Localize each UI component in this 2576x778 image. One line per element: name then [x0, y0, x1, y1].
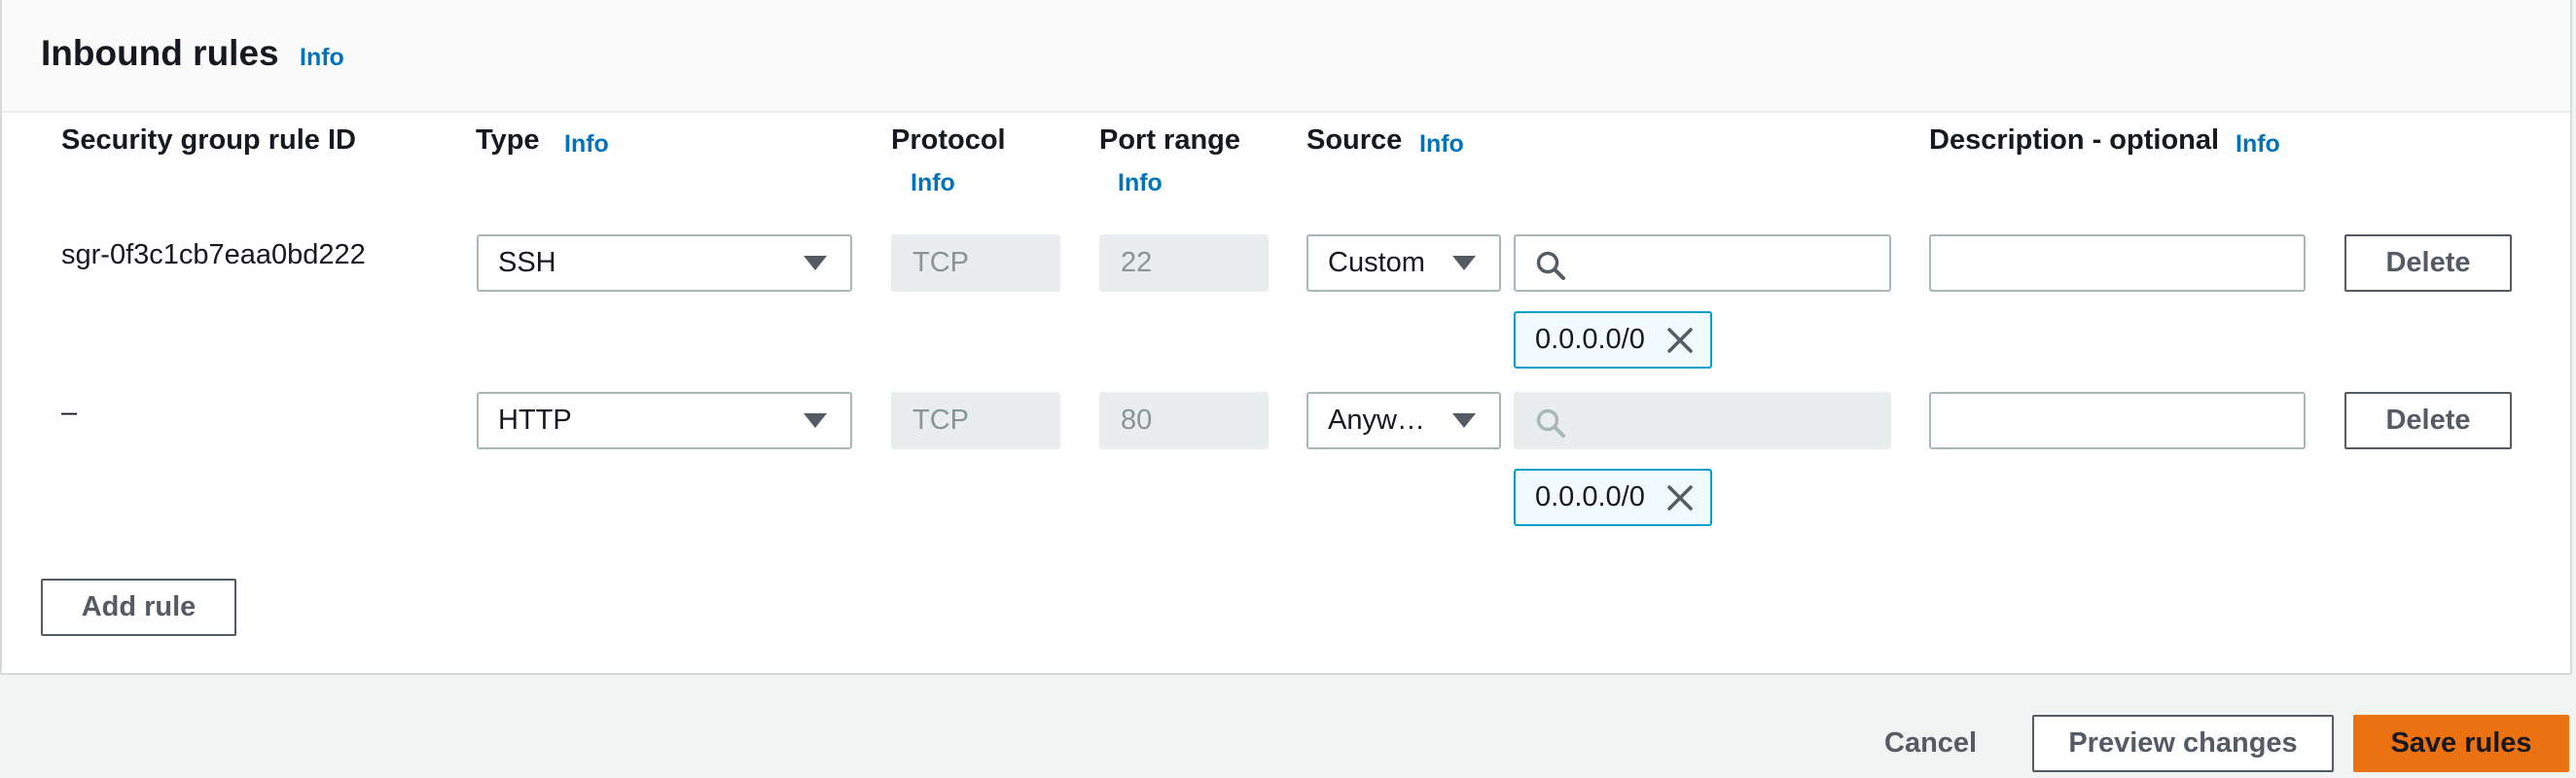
protocol-field: TCP [891, 234, 1060, 292]
remove-token-icon[interactable] [1665, 326, 1695, 355]
cidr-token: 0.0.0.0/0 [1514, 311, 1712, 369]
caret-down-icon [804, 256, 827, 270]
port-range-field: 22 [1099, 234, 1269, 292]
description-input[interactable] [1929, 234, 2306, 292]
source-type-value: Anywh… [1328, 405, 1431, 436]
source-type-select[interactable]: Custom [1306, 234, 1501, 292]
cancel-button[interactable]: Cancel [1884, 727, 1977, 760]
type-select-value: HTTP [498, 405, 572, 436]
delete-button[interactable]: Delete [2344, 234, 2512, 292]
type-select[interactable]: HTTP [477, 392, 852, 449]
preview-changes-button[interactable]: Preview changes [2032, 715, 2334, 772]
source-search-input [1514, 392, 1891, 449]
col-header-port-range: Port range [1099, 124, 1241, 156]
port-range-info-link[interactable]: Info [1118, 169, 1163, 197]
cidr-token-label: 0.0.0.0/0 [1535, 481, 1645, 513]
search-icon [1536, 251, 1565, 280]
header-info-link[interactable]: Info [300, 44, 344, 72]
protocol-info-link[interactable]: Info [911, 169, 955, 197]
port-range-value: 80 [1121, 405, 1153, 436]
caret-down-icon [1452, 413, 1476, 428]
port-range-value: 22 [1121, 247, 1153, 278]
add-rule-button[interactable]: Add rule [41, 579, 236, 636]
inbound-rules-panel: Inbound rules Info Security group rule I… [0, 0, 2572, 675]
cidr-token-label: 0.0.0.0/0 [1535, 324, 1645, 355]
protocol-field: TCP [891, 392, 1060, 449]
caret-down-icon [804, 413, 827, 428]
col-header-rule-id: Security group rule ID [61, 124, 356, 156]
type-info-link[interactable]: Info [564, 130, 609, 159]
col-header-type: Type [476, 124, 540, 156]
rule-id: – [61, 397, 78, 428]
description-input[interactable] [1929, 392, 2306, 449]
description-info-link[interactable]: Info [2236, 130, 2280, 159]
type-select-value: SSH [498, 247, 556, 278]
source-info-link[interactable]: Info [1419, 130, 1464, 159]
type-select[interactable]: SSH [477, 234, 852, 292]
remove-token-icon[interactable] [1665, 483, 1695, 513]
protocol-value: TCP [912, 405, 969, 436]
save-rules-button[interactable]: Save rules [2353, 715, 2569, 772]
caret-down-icon [1452, 256, 1476, 270]
search-icon [1536, 408, 1565, 438]
col-header-protocol: Protocol [891, 124, 1006, 156]
panel-header: Inbound rules Info [2, 0, 2570, 113]
panel-title: Inbound rules [41, 33, 279, 73]
rule-id: sgr-0f3c1cb7eaa0bd222 [61, 239, 366, 270]
port-range-field: 80 [1099, 392, 1269, 449]
source-search-input[interactable] [1514, 234, 1891, 292]
col-header-description: Description - optional [1929, 124, 2220, 156]
cidr-token: 0.0.0.0/0 [1514, 469, 1712, 526]
protocol-value: TCP [912, 247, 969, 278]
delete-button[interactable]: Delete [2344, 392, 2512, 449]
source-type-select[interactable]: Anywh… [1306, 392, 1501, 449]
col-header-source: Source [1306, 124, 1403, 156]
source-type-value: Custom [1328, 247, 1425, 278]
